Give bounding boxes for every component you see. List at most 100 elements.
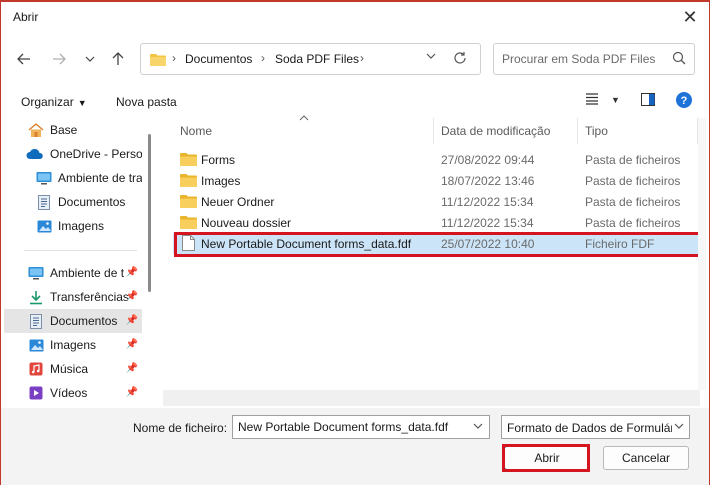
pin-icon[interactable]: 📌 — [126, 291, 138, 302]
search-input[interactable] — [502, 52, 662, 66]
refresh-icon[interactable] — [453, 51, 467, 69]
address-dropdown-chevron-icon[interactable] — [426, 50, 436, 64]
view-options-icon[interactable] — [586, 93, 600, 108]
file-row-nouveau-dossier[interactable]: Nouveau dossier 11/12/2022 15:34 Pasta d… — [173, 212, 703, 233]
preview-pane-icon[interactable] — [641, 93, 655, 109]
column-divider[interactable] — [577, 118, 578, 144]
file-row-images[interactable]: Images 18/07/2022 13:46 Pasta de ficheir… — [173, 170, 703, 191]
up-arrow-icon[interactable] — [107, 48, 129, 70]
column-header-type[interactable]: Tipo — [585, 118, 608, 144]
file-name: Forms — [201, 153, 235, 167]
close-icon[interactable]: ✕ — [677, 5, 703, 29]
recent-locations-chevron-icon[interactable] — [79, 48, 101, 70]
breadcrumb-documentos[interactable]: Documentos — [185, 52, 252, 66]
file-name: Images — [201, 174, 241, 188]
file-list-scrollbar[interactable] — [698, 118, 706, 390]
file-type: Pasta de ficheiros — [585, 195, 681, 209]
column-header-name[interactable]: Nome — [180, 118, 212, 144]
file-date: 27/08/2022 09:44 — [441, 153, 535, 167]
back-arrow-icon[interactable] — [13, 48, 35, 70]
chevron-down-icon[interactable] — [674, 421, 684, 434]
sidebar-item-label: Transferências — [50, 290, 129, 304]
sidebar-item-images[interactable]: Imagens 📌 — [4, 333, 142, 357]
sidebar-item-downloads[interactable]: Transferências 📌 — [4, 285, 142, 309]
download-icon — [28, 289, 44, 305]
sidebar-item-label: Vídeos — [50, 386, 88, 400]
window-title: Abrir — [13, 10, 39, 24]
new-folder-button[interactable]: Nova pasta — [116, 95, 177, 109]
desktop-icon — [36, 170, 52, 186]
column-header-date[interactable]: Data de modificação — [441, 118, 550, 144]
organize-label: Organizar — [21, 95, 74, 109]
help-icon[interactable]: ? — [676, 92, 692, 111]
file-type: Pasta de ficheiros — [585, 174, 681, 188]
command-bar: Organizar ▼ Nova pasta ▼ ? — [0, 86, 710, 116]
image-icon — [28, 337, 44, 353]
chevron-down-icon[interactable] — [473, 421, 483, 434]
file-date: 18/07/2022 13:46 — [441, 174, 535, 188]
title-bar: Abrir ✕ — [0, 0, 710, 32]
document-icon — [36, 194, 52, 210]
document-icon — [28, 313, 44, 329]
sidebar-item-label: Documentos — [58, 195, 126, 209]
filename-input[interactable] — [238, 420, 463, 434]
sidebar-item-onedrive[interactable]: OneDrive - Persor — [4, 142, 142, 166]
open-button[interactable]: Abrir — [504, 446, 590, 470]
sort-ascending-icon — [299, 114, 309, 125]
file-row-neuer-ordner[interactable]: Neuer Ordner 11/12/2022 15:34 Pasta de f… — [173, 191, 703, 212]
address-bar[interactable]: › Documentos › Soda PDF Files › — [140, 43, 481, 75]
image-icon — [36, 218, 52, 234]
selected-file-highlight — [174, 232, 705, 257]
caret-down-icon: ▼ — [77, 98, 87, 108]
filename-label: Nome de ficheiro: — [133, 421, 228, 435]
search-icon — [672, 51, 686, 68]
file-type-filter[interactable]: Formato de Dados de Formulár — [501, 415, 690, 439]
pin-icon[interactable]: 📌 — [126, 387, 138, 398]
column-divider[interactable] — [433, 118, 434, 144]
sidebar-divider — [24, 250, 137, 251]
pin-icon[interactable]: 📌 — [126, 315, 138, 326]
sidebar-item-label: Ambiente de tra — [58, 171, 142, 185]
view-dropdown-caret-icon[interactable]: ▼ — [611, 95, 620, 105]
sidebar-scrollbar[interactable] — [148, 134, 151, 292]
sidebar-item-label: OneDrive - Persor — [50, 147, 142, 161]
forward-arrow-icon[interactable] — [48, 48, 70, 70]
pin-icon[interactable]: 📌 — [126, 267, 138, 278]
video-icon — [28, 385, 44, 401]
sidebar-item-desktop[interactable]: Ambiente de t 📌 — [4, 261, 142, 285]
file-row-forms[interactable]: Forms 27/08/2022 09:44 Pasta de ficheiro… — [173, 149, 703, 170]
file-name: Nouveau dossier — [201, 216, 292, 230]
file-type: Pasta de ficheiros — [585, 153, 681, 167]
folder-icon — [180, 215, 197, 232]
sidebar-item-desktop-onedrive[interactable]: Ambiente de tra — [4, 166, 142, 190]
sidebar-item-music[interactable]: Música 📌 — [4, 357, 142, 381]
sidebar-item-base[interactable]: Base — [4, 118, 142, 142]
pin-icon[interactable]: 📌 — [126, 363, 138, 374]
sidebar-item-label: Música — [50, 362, 89, 376]
navigation-bar: › Documentos › Soda PDF Files › — [0, 36, 710, 82]
sidebar-item-documents-onedrive[interactable]: Documentos — [4, 190, 142, 214]
sidebar-item-videos[interactable]: Vídeos 📌 — [4, 381, 142, 405]
file-type-filter-value: Formato de Dados de Formulár — [507, 421, 672, 435]
sidebar-item-label: Base — [50, 123, 78, 137]
folder-icon — [180, 194, 197, 211]
pin-icon[interactable]: 📌 — [126, 339, 138, 350]
sidebar-item-label: Imagens — [58, 219, 105, 233]
breadcrumb-separator-icon: › — [261, 51, 265, 65]
file-list-horizontal-scroll[interactable] — [163, 390, 700, 406]
folder-icon — [180, 173, 197, 190]
search-box[interactable] — [493, 43, 695, 75]
home-icon — [28, 122, 44, 138]
dialog-footer: Nome de ficheiro: Formato de Dados de Fo… — [0, 408, 710, 485]
filename-combobox[interactable] — [232, 415, 490, 439]
sidebar-item-label: Imagens — [50, 338, 97, 352]
organize-menu[interactable]: Organizar ▼ — [21, 95, 87, 109]
svg-text:?: ? — [681, 95, 688, 107]
desktop-icon — [28, 265, 44, 281]
folder-icon — [150, 53, 166, 69]
breadcrumb-soda-pdf-files[interactable]: Soda PDF Files — [275, 52, 359, 66]
sidebar-item-documents[interactable]: Documentos 📌 — [4, 309, 142, 333]
sidebar-item-images-onedrive[interactable]: Imagens — [4, 214, 142, 238]
file-type: Pasta de ficheiros — [585, 216, 681, 230]
cancel-button[interactable]: Cancelar — [603, 446, 689, 470]
